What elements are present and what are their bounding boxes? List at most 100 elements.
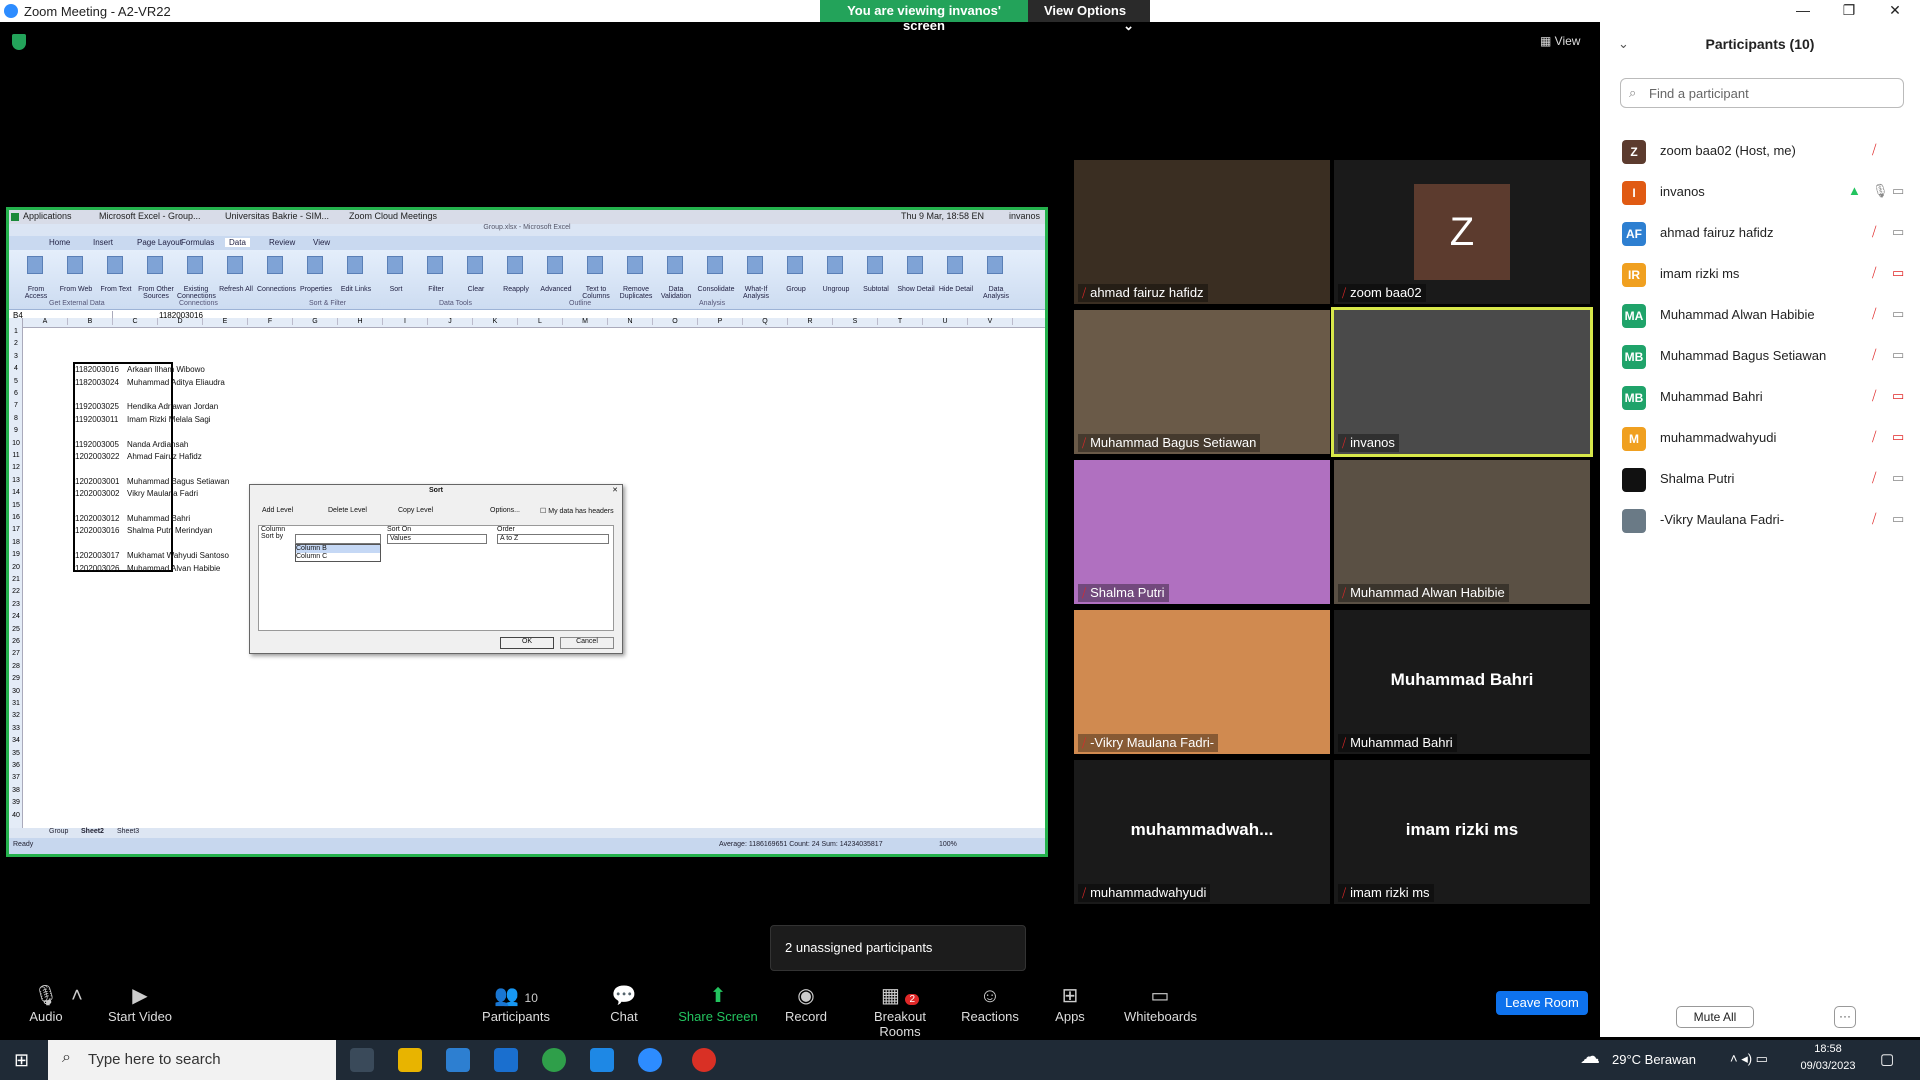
column-header[interactable]: T: [878, 318, 923, 325]
row-header[interactable]: 19: [9, 551, 23, 558]
reactions-button[interactable]: ☺ Reactions: [960, 981, 1020, 1024]
teamviewer-icon[interactable]: [590, 1048, 614, 1072]
row-header[interactable]: 13: [9, 477, 23, 484]
participant-row[interactable]: MB Muhammad Bagus Setiawan ⧸ ▭: [1600, 337, 1920, 377]
participant-row[interactable]: -Vikry Maulana Fadri- ⧸ ▭: [1600, 501, 1920, 541]
cell-name[interactable]: Muhammad Bagus Setiawan: [127, 477, 229, 486]
video-tile[interactable]: ⧸ ahmad fairuz hafidz: [1074, 160, 1330, 304]
ribbon-button[interactable]: From Text: [97, 286, 135, 293]
column-header[interactable]: H: [338, 318, 383, 325]
ribbon-button[interactable]: Show Detail: [897, 286, 935, 293]
row-header[interactable]: 24: [9, 613, 23, 620]
participant-row[interactable]: Shalma Putri ⧸ ▭: [1600, 460, 1920, 500]
audio-button[interactable]: 🎙 Audio: [24, 981, 68, 1024]
row-header[interactable]: 7: [9, 402, 23, 409]
sheet-tab[interactable]: Sheet3: [117, 828, 139, 835]
ribbon-tab[interactable]: Page Layout: [137, 238, 182, 247]
row-header[interactable]: 30: [9, 688, 23, 695]
row-header[interactable]: 11: [9, 452, 23, 459]
ribbon-button[interactable]: From Other Sources: [137, 286, 175, 300]
ribbon-button[interactable]: Filter: [417, 286, 455, 293]
view-button[interactable]: ▦ View: [1540, 34, 1580, 48]
cell-name[interactable]: Shalma Putri Merindyan: [127, 526, 212, 535]
row-header[interactable]: 17: [9, 526, 23, 533]
cancel-button[interactable]: Cancel: [560, 637, 614, 649]
row-header[interactable]: 3: [9, 353, 23, 360]
column-header[interactable]: A: [23, 318, 68, 325]
camera-icon[interactable]: ▭: [1892, 429, 1904, 445]
row-header[interactable]: 18: [9, 539, 23, 546]
row-header[interactable]: 29: [9, 675, 23, 682]
cell-name[interactable]: Vikry Maulana Fadri: [127, 489, 198, 498]
muted-mic-icon[interactable]: ⧸: [1872, 142, 1876, 158]
muted-mic-icon[interactable]: ⧸: [1872, 388, 1876, 404]
column-header[interactable]: U: [923, 318, 968, 325]
column-header[interactable]: E: [203, 318, 248, 325]
ribbon-button[interactable]: What-If Analysis: [737, 286, 775, 300]
row-header[interactable]: 5: [9, 378, 23, 385]
ribbon-button[interactable]: Existing Connections: [177, 286, 216, 300]
ribbon-tab[interactable]: Review: [269, 238, 295, 247]
column-header[interactable]: N: [608, 318, 653, 325]
sheet-tab[interactable]: Sheet2: [81, 828, 104, 835]
participant-row[interactable]: Mmuhammadwahyudi ⧸ ▭: [1600, 419, 1920, 459]
close-icon[interactable]: ✕: [612, 486, 618, 494]
muted-mic-icon[interactable]: ⧸: [1872, 429, 1876, 445]
column-header[interactable]: O: [653, 318, 698, 325]
row-header[interactable]: 25: [9, 626, 23, 633]
vm-tab[interactable]: Applications: [23, 211, 72, 221]
ribbon-button[interactable]: Hide Detail: [937, 286, 975, 293]
column-header[interactable]: B: [68, 318, 113, 325]
column-select[interactable]: [295, 534, 381, 544]
ribbon-button[interactable]: Edit Links: [337, 286, 375, 293]
row-header[interactable]: 22: [9, 588, 23, 595]
ribbon-button[interactable]: Group: [777, 286, 815, 293]
vm-tab[interactable]: Zoom Cloud Meetings: [349, 211, 437, 221]
row-header[interactable]: 37: [9, 774, 23, 781]
leave-room-button[interactable]: Leave Room: [1496, 991, 1588, 1015]
camera-icon[interactable]: ▭: [1892, 306, 1904, 322]
whiteboards-button[interactable]: ▭ Whiteboards: [1124, 981, 1197, 1024]
worksheet-grid[interactable]: ABCDEFGHIJKLMNOPQRSTUV 1 2 3 4 5 6 7 8 9 10 11 12 13…: [9, 318, 1045, 828]
muted-mic-icon[interactable]: ⧸: [1872, 265, 1876, 281]
row-header[interactable]: 6: [9, 390, 23, 397]
muted-mic-icon[interactable]: ⧸: [1872, 470, 1876, 486]
sheet-tab[interactable]: Group: [49, 828, 68, 835]
row-header[interactable]: 21: [9, 576, 23, 583]
cell-id[interactable]: 1192003005: [75, 440, 119, 449]
shared-screen[interactable]: Applications Microsoft Excel - Group... …: [6, 207, 1048, 857]
headers-checkbox[interactable]: ☐ My data has headers: [540, 507, 614, 515]
ribbon-button[interactable]: From Access: [17, 286, 55, 300]
cell-id[interactable]: 1192003011: [75, 415, 118, 424]
video-tile[interactable]: muhammadwah... ⧸ muhammadwahyudi: [1074, 760, 1330, 904]
ribbon-tab[interactable]: Formulas: [181, 238, 214, 247]
order-select[interactable]: A to Z: [497, 534, 609, 544]
restore-button[interactable]: ❐: [1826, 0, 1872, 22]
muted-mic-icon[interactable]: ⧸: [1872, 511, 1876, 527]
row-header[interactable]: 2: [9, 340, 23, 347]
ribbon-button[interactable]: Remove Duplicates: [617, 286, 655, 300]
participants-button[interactable]: 👥 10 Participants: [476, 981, 556, 1024]
task-view-icon[interactable]: [350, 1048, 374, 1072]
column-header[interactable]: S: [833, 318, 878, 325]
column-header[interactable]: R: [788, 318, 833, 325]
clock-date[interactable]: 09/03/2023: [1794, 1060, 1862, 1072]
zoom-taskbar-icon[interactable]: [638, 1048, 662, 1072]
camera-icon[interactable]: ▭: [1892, 347, 1904, 363]
column-header[interactable]: J: [428, 318, 473, 325]
row-header[interactable]: 40: [9, 812, 23, 819]
column-header[interactable]: G: [293, 318, 338, 325]
row-header[interactable]: 12: [9, 464, 23, 471]
start-video-button[interactable]: ▶ Start Video: [100, 981, 180, 1024]
row-header[interactable]: 33: [9, 725, 23, 732]
participant-row[interactable]: MB Muhammad Bahri ⧸ ▭: [1600, 378, 1920, 418]
encryption-shield-icon[interactable]: [12, 34, 26, 50]
record-button[interactable]: ◉ Record: [784, 981, 828, 1024]
row-header[interactable]: 23: [9, 601, 23, 608]
cell-id[interactable]: 1182003016: [75, 365, 119, 374]
ribbon-tab[interactable]: Home: [49, 238, 70, 247]
cell-id[interactable]: 1182003024: [75, 378, 119, 387]
ribbon-button[interactable]: Data Validation: [657, 286, 695, 300]
cell-name[interactable]: Ahmad Fairuz Hafidz: [127, 452, 202, 461]
column-header[interactable]: I: [383, 318, 428, 325]
